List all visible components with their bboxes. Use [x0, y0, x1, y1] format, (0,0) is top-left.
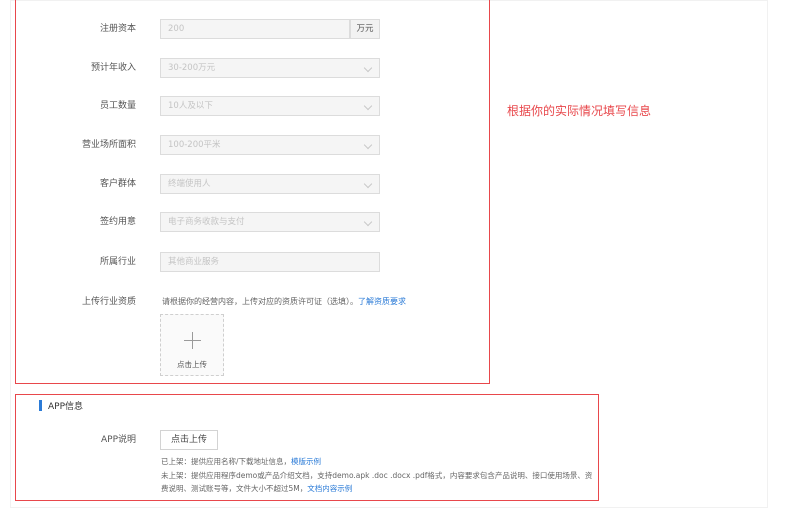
app-note-published-text: 已上架：提供应用名称/下载地址信息， [161, 457, 292, 466]
industry-label: 所属行业 [99, 257, 136, 267]
contract-purpose-label: 签约用意 [99, 217, 136, 227]
registered-capital-input[interactable]: 200 [160, 19, 350, 39]
app-note-published: 已上架：提供应用名称/下载地址信息，模版示例 [161, 455, 593, 468]
upload-label: 点击上传 [177, 360, 207, 369]
qualification-requirements-link[interactable]: 了解资质要求 [358, 297, 406, 306]
contract-purpose-value: 电子商务收款与支付 [168, 217, 245, 227]
annual-revenue-value: 30-200万元 [168, 63, 216, 73]
app-note-unpublished: 未上架：提供应用程序demo或产品介绍文档，支持demo.apk .doc .d… [161, 469, 593, 495]
registered-capital-label: 注册资本 [99, 24, 136, 34]
app-section-title: APP信息 [48, 402, 84, 412]
app-note-unpublished-text: 未上架：提供应用程序demo或产品介绍文档，支持demo.apk .doc .d… [161, 471, 593, 493]
annotation-text: 根据你的实际情况填写信息 [507, 104, 652, 118]
business-area-label: 营业场所面积 [81, 140, 136, 150]
qualification-hint: 请根据你的经营内容，上传对应的资质许可证（选填）。了解资质要求 [162, 296, 406, 307]
employee-count-value: 10人及以下 [168, 101, 213, 111]
annual-revenue-label: 预计年收入 [90, 63, 136, 73]
chevron-down-icon [363, 101, 373, 111]
chevron-down-icon [363, 179, 373, 189]
doc-content-example-link[interactable]: 文档内容示例 [307, 484, 352, 493]
app-upload-button[interactable]: 点击上传 [160, 430, 218, 450]
chevron-down-icon [363, 217, 373, 227]
chevron-down-icon [363, 63, 373, 73]
section-accent-bar [39, 400, 42, 411]
employee-count-label: 员工数量 [99, 101, 136, 111]
template-example-link[interactable]: 模版示例 [291, 457, 321, 466]
business-area-value: 100-200平米 [168, 140, 221, 150]
contract-purpose-select[interactable]: 电子商务收款与支付 [160, 212, 380, 232]
customer-group-label: 客户群体 [99, 179, 136, 189]
employee-count-select[interactable]: 10人及以下 [160, 96, 380, 116]
industry-input[interactable]: 其他商业服务 [160, 252, 380, 272]
customer-group-value: 终端使用人 [168, 179, 211, 189]
registered-capital-unit: 万元 [350, 19, 380, 39]
app-desc-label: APP说明 [100, 435, 136, 445]
business-area-select[interactable]: 100-200平米 [160, 135, 380, 155]
qualification-hint-text: 请根据你的经营内容，上传对应的资质许可证（选填）。 [162, 297, 358, 306]
customer-group-select[interactable]: 终端使用人 [160, 174, 380, 194]
qualification-upload-box[interactable]: 点击上传 [160, 314, 224, 376]
annual-revenue-select[interactable]: 30-200万元 [160, 58, 380, 78]
plus-icon-vertical [192, 332, 193, 349]
chevron-down-icon [363, 140, 373, 150]
qualification-label: 上传行业资质 [81, 297, 136, 307]
